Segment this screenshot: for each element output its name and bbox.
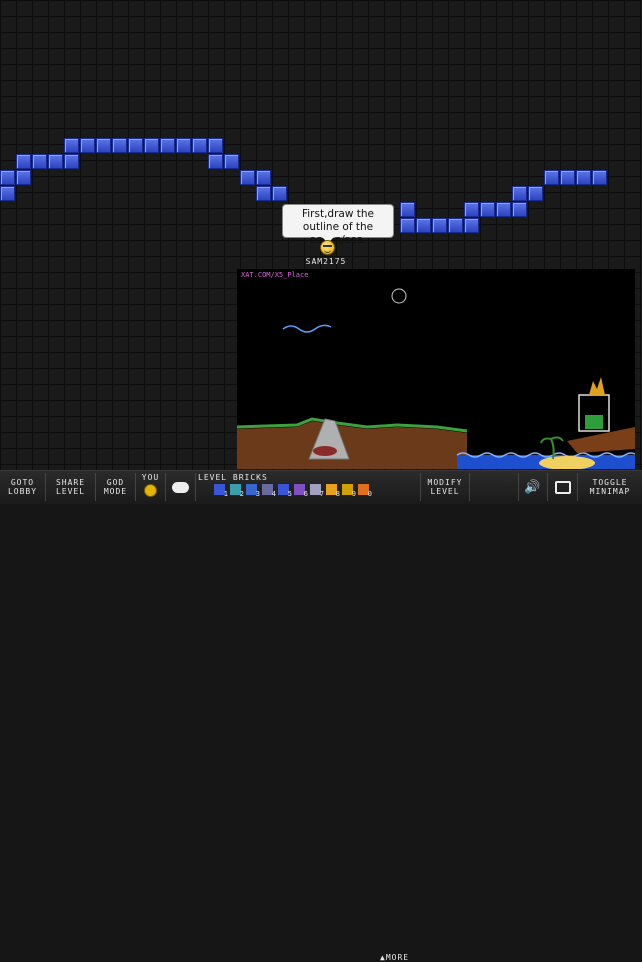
brick — [64, 138, 79, 153]
you-button[interactable]: YOU — [136, 473, 166, 501]
brick-swatch-number: 7 — [319, 490, 324, 498]
brick — [144, 138, 159, 153]
brick — [480, 202, 495, 217]
brick-swatch-number: 9 — [351, 490, 356, 498]
brick — [544, 170, 559, 185]
brick — [464, 202, 479, 217]
brick-swatch[interactable]: 2 — [229, 483, 244, 498]
brick — [464, 218, 479, 233]
fullscreen-button[interactable] — [548, 473, 578, 501]
modify-level-label-2: LEVEL — [430, 487, 460, 496]
brick — [528, 186, 543, 201]
brick — [128, 138, 143, 153]
toggle-minimap-button[interactable]: TOGGLE MINIMAP — [578, 473, 642, 501]
brick — [256, 186, 271, 201]
brick — [496, 202, 511, 217]
chat-button[interactable] — [166, 473, 196, 501]
player-username: SAM2175 — [305, 257, 347, 266]
share-level-label-1: SHARE — [55, 478, 86, 487]
brick — [32, 154, 47, 169]
brick — [400, 218, 415, 233]
you-label: YOU — [141, 473, 160, 482]
brick — [256, 170, 271, 185]
share-level-label-2: LEVEL — [55, 487, 86, 496]
brick — [208, 154, 223, 169]
brick — [64, 154, 79, 169]
toggle-minimap-label-1: TOGGLE — [592, 478, 628, 487]
brick-swatch-number: 1 — [223, 490, 228, 498]
brick — [0, 170, 15, 185]
brick — [48, 154, 63, 169]
brick-swatch[interactable]: 4 — [261, 483, 276, 498]
brick-swatch-number: 0 — [367, 490, 372, 498]
god-mode-button[interactable]: GOD MODE — [96, 473, 136, 501]
brick — [112, 138, 127, 153]
brick — [96, 138, 111, 153]
minimap-drawing — [237, 288, 635, 469]
toolbar: GOTO LOBBY SHARE LEVEL GOD MODE YOU LEVE… — [0, 470, 642, 962]
brick — [272, 186, 287, 201]
level-bricks-label: LEVEL BRICKS — [198, 473, 268, 482]
brick — [16, 154, 31, 169]
sound-button[interactable]: 🔊 — [518, 473, 548, 501]
brick-swatch[interactable]: 3 — [245, 483, 260, 498]
window-icon — [554, 480, 571, 494]
brick — [400, 202, 415, 217]
brick — [560, 170, 575, 185]
god-mode-label-2: MODE — [103, 487, 128, 496]
brick — [80, 138, 95, 153]
god-mode-label-1: GOD — [106, 478, 125, 487]
shark-mouth — [313, 446, 337, 456]
chat-bubble: First,draw the outline of the ocean/sea. — [282, 204, 394, 246]
brick — [176, 138, 191, 153]
brick — [448, 218, 463, 233]
tower-flame — [589, 377, 605, 395]
goto-lobby-label-1: GOTO — [10, 478, 35, 487]
goto-lobby-button[interactable]: GOTO LOBBY — [0, 473, 46, 501]
brick — [576, 170, 591, 185]
brick — [208, 138, 223, 153]
brick — [512, 186, 527, 201]
brick — [592, 170, 607, 185]
more-button[interactable]: ▲MORE — [380, 953, 409, 962]
brick-swatch[interactable]: 1 — [213, 483, 228, 498]
brick — [224, 154, 239, 169]
cursor-circle — [391, 288, 407, 304]
brick — [0, 186, 15, 201]
brick-swatch-number: 8 — [335, 490, 340, 498]
brick — [416, 218, 431, 233]
wave-doodle — [282, 324, 332, 333]
modify-level-button[interactable]: MODIFY LEVEL — [420, 473, 470, 501]
smiley-icon — [144, 484, 157, 497]
share-level-button[interactable]: SHARE LEVEL — [46, 473, 96, 501]
minimap[interactable]: XAT.COM/X5_Place — [237, 269, 635, 469]
player-avatar[interactable] — [320, 240, 335, 255]
speaker-icon: 🔊 — [524, 479, 542, 495]
brick-swatch-number: 2 — [239, 490, 244, 498]
game-world[interactable]: First,draw the outline of the ocean/sea.… — [0, 0, 642, 470]
brick-swatch-number: 4 — [271, 490, 276, 498]
tower-green — [585, 415, 603, 429]
brick — [16, 170, 31, 185]
brick-swatch[interactable]: 8 — [325, 483, 340, 498]
chat-message: First,draw the outline of the ocean/sea. — [301, 208, 374, 246]
brick-swatch[interactable]: 7 — [309, 483, 324, 498]
brick-swatch[interactable]: 9 — [341, 483, 356, 498]
speech-bubble-icon — [172, 481, 189, 493]
brick-swatch-number: 5 — [287, 490, 292, 498]
brick-swatch-number: 6 — [303, 490, 308, 498]
brick-swatch[interactable]: 0 — [357, 483, 372, 498]
brick-swatch-number: 3 — [255, 490, 260, 498]
brick-swatch[interactable]: 6 — [293, 483, 308, 498]
brick — [240, 170, 255, 185]
brick — [512, 202, 527, 217]
brick-swatch[interactable]: 5 — [277, 483, 292, 498]
goto-lobby-label-2: LOBBY — [7, 487, 38, 496]
modify-level-label-1: MODIFY — [427, 478, 463, 487]
brick — [160, 138, 175, 153]
toggle-minimap-label-2: MINIMAP — [589, 487, 631, 496]
brick — [192, 138, 207, 153]
brick — [432, 218, 447, 233]
